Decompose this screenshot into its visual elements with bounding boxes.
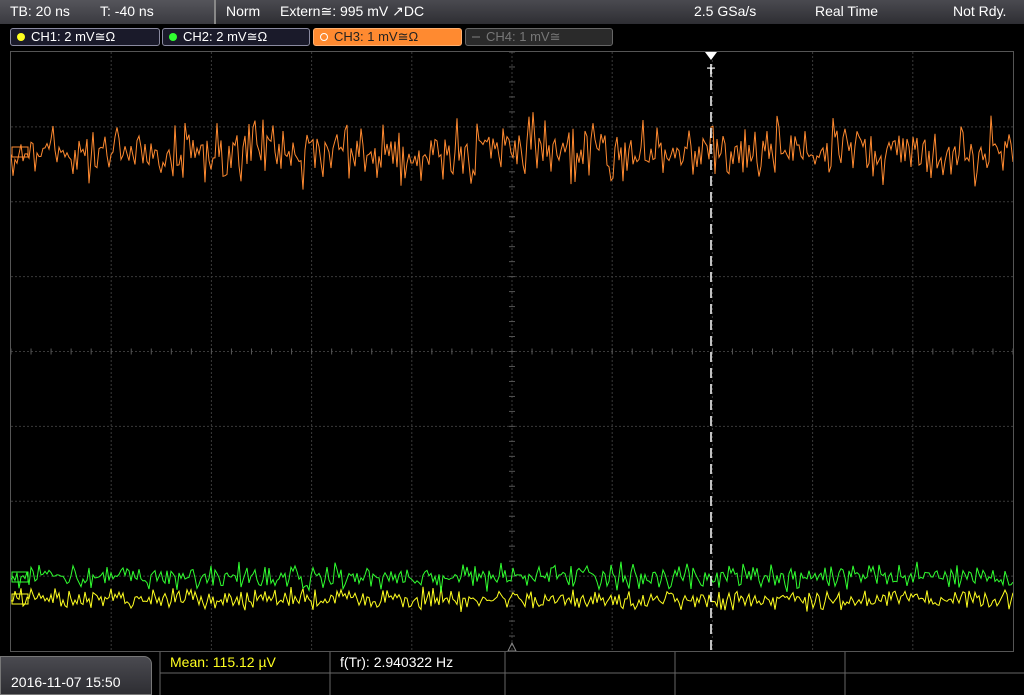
measurement-grid-lines [159,652,1024,695]
datetime-box: 2016-11-07 15:50 [0,656,152,695]
status-bar: TB: 20 ns T: -40 ns Norm Extern≅: 995 mV… [0,0,1024,25]
trigger-source-label[interactable]: Extern≅: 995 mV ↗DC [280,3,424,20]
timebase-label[interactable]: TB: 20 ns [10,3,70,19]
trigger-t-icon: T [707,64,716,80]
channel-1-label: CH1: 2 mV≅Ω [31,29,116,44]
trigger-time-label[interactable]: T: -40 ns [100,3,154,19]
datetime-label: 2016-11-07 15:50 [11,674,121,690]
channel-3-label: CH3: 1 mV≅Ω [334,29,419,44]
waveform-canvas[interactable]: T [11,52,1013,651]
run-status-label: Not Rdy. [953,3,1007,19]
channel-2-trace [11,561,1013,593]
measurement-bar [0,652,1024,695]
channel-1-indicator-icon [17,33,25,41]
frequency-measurement[interactable]: f(Tr): 2.940322 Hz [340,652,453,673]
sample-rate-label[interactable]: 2.5 GSa/s [694,3,756,19]
waveform-display[interactable]: T [10,51,1014,652]
trigger-marker-icon[interactable] [705,52,717,60]
trigger-mode-label[interactable]: Norm [226,3,260,19]
channel-1-button[interactable]: CH1: 2 mV≅Ω [10,28,160,46]
timebase-box[interactable]: TB: 20 ns T: -40 ns [0,0,216,24]
acquisition-mode-label[interactable]: Real Time [815,3,878,19]
graticule [11,52,1013,651]
channel-2-label: CH2: 2 mV≅Ω [183,29,268,44]
channel-2-button[interactable]: CH2: 2 mV≅Ω [162,28,310,46]
channel-4-button[interactable]: CH4: 1 mV≅ [465,28,613,46]
channel-3-button[interactable]: CH3: 1 mV≅Ω [313,28,462,46]
channel-bar: CH1: 2 mV≅Ω CH2: 2 mV≅Ω CH3: 1 mV≅Ω CH4:… [0,24,1024,50]
channel-4-label: CH4: 1 mV≅ [486,29,561,44]
channel-4-indicator-icon [472,36,480,38]
channel-3-indicator-icon [320,33,328,41]
mean-measurement[interactable]: Mean: 115.12 µV [170,652,276,673]
channel-2-indicator-icon [169,33,177,41]
